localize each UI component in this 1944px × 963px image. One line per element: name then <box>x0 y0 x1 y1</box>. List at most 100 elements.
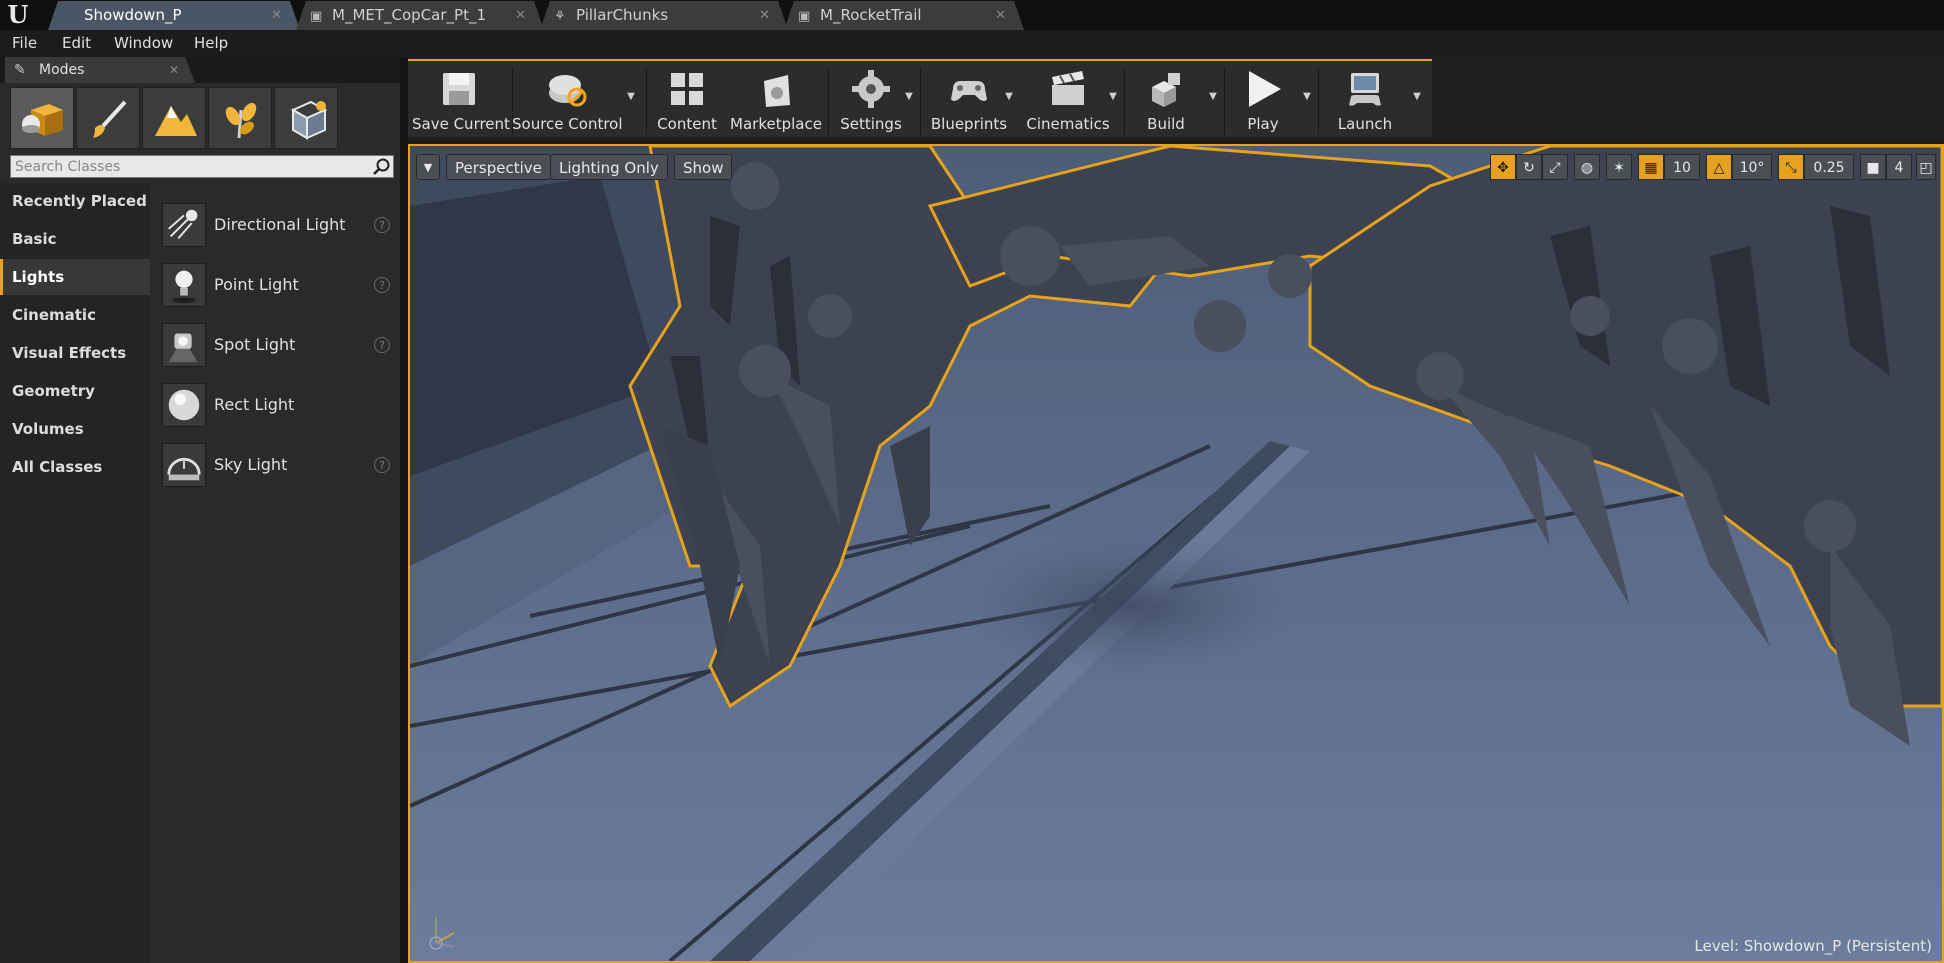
view-mode-button[interactable]: Lighting Only <box>550 154 668 180</box>
category-visual-effects[interactable]: Visual Effects <box>0 335 150 371</box>
help-icon[interactable]: ? <box>374 337 390 353</box>
grid-snap-value[interactable]: 10 <box>1664 154 1700 180</box>
modes-panel: Recently Placed Basic Lights Cinematic V… <box>0 83 400 963</box>
grid-snap-icon[interactable]: ▦ <box>1638 154 1664 180</box>
class-label: Sky Light <box>214 455 288 474</box>
play-label: Play <box>1247 115 1279 133</box>
content-button[interactable]: Content <box>650 63 724 137</box>
camera-speed-icon[interactable]: ■ <box>1860 154 1886 180</box>
menu-window[interactable]: Window <box>114 30 173 57</box>
geometry-mode-button[interactable] <box>274 87 338 149</box>
modes-icon: ✎ <box>14 62 26 78</box>
rotate-icon[interactable]: ↻ <box>1516 154 1542 180</box>
close-icon[interactable]: ✕ <box>995 1 1006 30</box>
launch-dropdown-icon[interactable]: ▼ <box>1410 91 1424 102</box>
landscape-mode-button[interactable] <box>142 87 206 149</box>
category-geometry[interactable]: Geometry <box>0 373 150 409</box>
class-item-point-light[interactable]: Point Light ? <box>152 257 400 313</box>
directional-light-icon <box>162 203 206 247</box>
menu-file[interactable]: File <box>12 30 37 57</box>
class-item-sky-light[interactable]: Sky Light ? <box>152 437 400 493</box>
rect-light-icon <box>162 383 206 427</box>
blueprints-button[interactable]: Blueprints <box>924 63 1014 137</box>
category-lights[interactable]: Lights <box>0 259 150 295</box>
menu-help[interactable]: Help <box>194 30 228 57</box>
category-all-classes[interactable]: All Classes <box>0 449 150 485</box>
level-name-label: Level: Showdown_P (Persistent) <box>1694 937 1932 955</box>
axis-gizmo-icon <box>429 917 455 950</box>
rotation-snap-value[interactable]: 10° <box>1732 154 1772 180</box>
modes-panel-tab[interactable]: ✎ Modes ✕ <box>5 57 195 83</box>
scale-snap-icon[interactable]: ⤡ <box>1778 154 1804 180</box>
viewport-options-dropdown[interactable]: ▼ <box>416 154 440 180</box>
class-label: Spot Light <box>214 335 296 354</box>
class-item-directional-light[interactable]: Directional Light ? <box>152 197 400 253</box>
maximize-viewport-icon[interactable]: ◰ <box>1916 154 1936 180</box>
close-icon[interactable]: ✕ <box>759 1 770 30</box>
blueprints-label: Blueprints <box>930 115 1008 133</box>
search-icon[interactable] <box>372 157 391 176</box>
tab-showdown-p[interactable]: Showdown_P ✕ <box>48 1 300 30</box>
category-recently-placed[interactable]: Recently Placed <box>0 183 150 219</box>
build-label: Build <box>1147 115 1185 133</box>
close-icon[interactable]: ✕ <box>169 57 179 83</box>
build-dropdown-icon[interactable]: ▼ <box>1206 91 1220 102</box>
material-icon: ▣ <box>310 9 323 24</box>
marketplace-button[interactable]: Marketplace <box>728 63 824 137</box>
play-button[interactable]: Play <box>1228 63 1298 137</box>
world-space-icon[interactable]: ◍ <box>1574 154 1600 180</box>
help-icon[interactable]: ? <box>374 457 390 473</box>
paint-mode-button[interactable] <box>76 87 140 149</box>
source-control-label: Source Control <box>512 115 623 133</box>
scale-snap-value[interactable]: 0.25 <box>1804 154 1854 180</box>
perspective-button[interactable]: Perspective <box>446 154 551 180</box>
tab-m-rockettrail[interactable]: ▣ M_RocketTrail ✕ <box>784 1 1024 30</box>
camera-speed-value[interactable]: 4 <box>1886 154 1912 180</box>
help-icon[interactable]: ? <box>374 217 390 233</box>
menu-bar: File Edit Window Help <box>0 30 1944 57</box>
search-classes-input[interactable] <box>15 157 365 176</box>
close-icon[interactable]: ✕ <box>515 1 526 30</box>
show-button[interactable]: Show <box>674 154 733 180</box>
source-control-dropdown-icon[interactable]: ▼ <box>624 91 638 102</box>
place-mode-button[interactable] <box>10 87 74 149</box>
scale-icon[interactable]: ⤢ <box>1542 154 1568 180</box>
tab-m-met-copcar[interactable]: ▣ M_MET_CopCar_Pt_1 ✕ <box>296 1 544 30</box>
help-icon[interactable]: ? <box>374 277 390 293</box>
rotation-snap-icon[interactable]: △ <box>1706 154 1732 180</box>
class-item-spot-light[interactable]: Spot Light ? <box>152 317 400 373</box>
category-basic[interactable]: Basic <box>0 221 150 257</box>
cinematics-button[interactable]: Cinematics <box>1020 63 1116 137</box>
unreal-logo-icon[interactable]: U <box>4 2 32 28</box>
marketplace-label: Marketplace <box>730 115 822 133</box>
document-tab-bar: U Showdown_P ✕ ▣ M_MET_CopCar_Pt_1 ✕ ⚘ Pil… <box>0 0 1944 30</box>
viewport-scene-render[interactable] <box>410 146 1942 961</box>
tab-pillarchunks[interactable]: ⚘ PillarChunks ✕ <box>540 1 788 30</box>
cinematics-dropdown-icon[interactable]: ▼ <box>1106 91 1120 102</box>
close-icon[interactable]: ✕ <box>271 1 282 30</box>
blueprints-dropdown-icon[interactable]: ▼ <box>1002 91 1016 102</box>
settings-dropdown-icon[interactable]: ▼ <box>902 91 916 102</box>
translate-icon[interactable]: ✥ <box>1490 154 1516 180</box>
launch-button[interactable]: Launch <box>1320 63 1410 137</box>
menu-edit[interactable]: Edit <box>62 30 91 57</box>
class-label: Point Light <box>214 275 299 294</box>
play-dropdown-icon[interactable]: ▼ <box>1300 91 1314 102</box>
class-label: Rect Light <box>214 395 295 414</box>
foliage-mode-button[interactable] <box>208 87 272 149</box>
build-button[interactable]: Build <box>1128 63 1204 137</box>
save-current-label: Save Current <box>412 115 510 133</box>
source-control-button[interactable]: Source Control <box>512 63 623 137</box>
surface-snap-icon[interactable]: ✶ <box>1606 154 1632 180</box>
panel-splitter[interactable] <box>400 57 408 963</box>
settings-button[interactable]: Settings <box>832 63 910 137</box>
category-cinematic[interactable]: Cinematic <box>0 297 150 333</box>
class-item-rect-light[interactable]: Rect Light <box>152 377 400 433</box>
tab-label: PillarChunks <box>576 6 669 24</box>
category-volumes[interactable]: Volumes <box>0 411 150 447</box>
level-viewport[interactable]: ▼ Perspective Lighting Only Show ✥ ↻ ⤢ ◍… <box>408 144 1944 963</box>
paint-mode-icon <box>93 100 127 138</box>
tab-label: M_MET_CopCar_Pt_1 <box>332 6 486 24</box>
save-current-button[interactable]: Save Current <box>412 63 510 137</box>
save-icon <box>443 73 475 105</box>
